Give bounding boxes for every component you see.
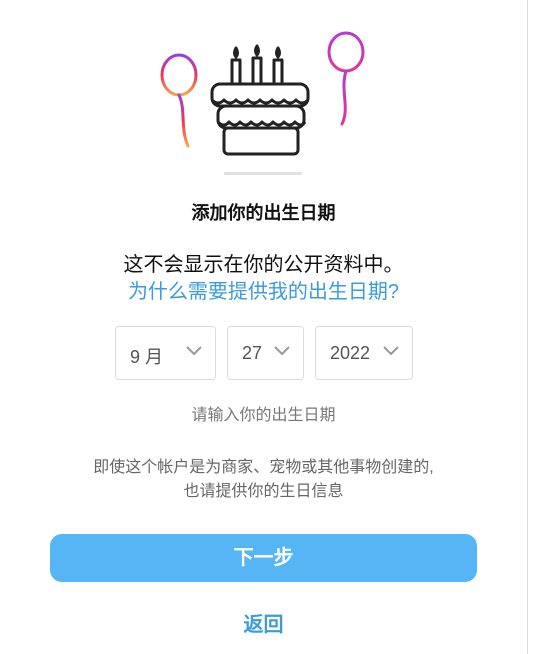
chevron-down-icon [274, 346, 290, 356]
account-note-line1: 即使这个帐户是为商家、宠物或其他事物创建的, [93, 459, 434, 476]
birthday-dialog: 添加你的出生日期 这不会显示在你的公开资料中。 为什么需要提供我的出生日期? 9… [0, 0, 527, 654]
why-birthday-link[interactable]: 为什么需要提供我的出生日期? [0, 279, 527, 305]
birthday-hint: 请输入你的出生日期 [191, 407, 336, 424]
year-value: 2022 [330, 343, 371, 363]
year-select[interactable]: 2022 [315, 326, 413, 380]
balloon-icon [327, 31, 365, 126]
account-note-line2: 也请提供你的生日信息 [183, 483, 344, 500]
month-value: 9 月 [130, 347, 164, 367]
day-select[interactable]: 27 [227, 326, 304, 380]
page-title: 添加你的出生日期 [191, 203, 336, 223]
account-note: 即使这个帐户是为商家、宠物或其他事物创建的, 也请提供你的生日信息 [0, 456, 527, 504]
chevron-down-icon [186, 346, 202, 356]
day-value: 27 [242, 343, 263, 363]
divider [527, 0, 528, 654]
balloon-icon [160, 53, 198, 148]
privacy-description: 这不会显示在你的公开资料中。 [123, 254, 404, 276]
month-select[interactable]: 9 月 [115, 326, 216, 380]
birthday-cake-illustration [160, 31, 365, 175]
back-link[interactable]: 返回 [0, 608, 527, 637]
next-button[interactable]: 下一步 [50, 534, 477, 582]
birthday-cake-icon [210, 44, 310, 156]
chevron-down-icon [383, 346, 399, 356]
